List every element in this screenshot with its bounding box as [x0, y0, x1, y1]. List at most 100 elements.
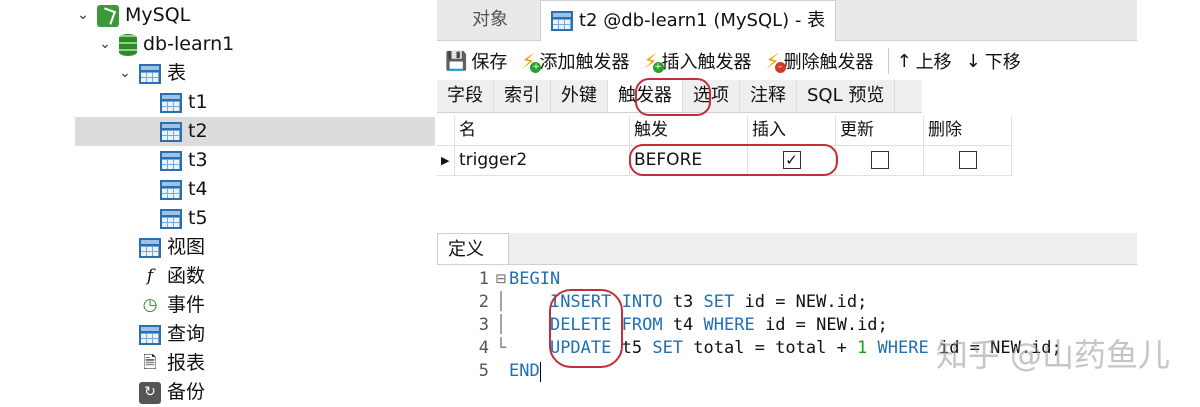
- column-header[interactable]: 触发: [630, 116, 748, 145]
- tab-sql-preview[interactable]: SQL 预览: [797, 80, 896, 112]
- tree-item-label: 函数: [167, 265, 206, 287]
- line-number: 5: [478, 361, 489, 381]
- tab-objects[interactable]: 对象: [462, 0, 518, 40]
- add-trigger-button[interactable]: ⚡ + 添加触发器: [521, 48, 629, 74]
- update-cell: [836, 146, 924, 175]
- database-icon: [119, 33, 137, 56]
- tree-item-label: 查询: [167, 323, 206, 345]
- save-button[interactable]: 💾 保存: [445, 48, 507, 74]
- code-text: t3: [662, 292, 704, 312]
- tree-item-queries[interactable]: 查询: [139, 320, 205, 349]
- move-up-label: 上移: [915, 52, 952, 73]
- table-icon: [160, 92, 182, 113]
- line-number: 1: [478, 269, 489, 289]
- column-header[interactable]: 更新: [836, 116, 924, 145]
- editor-tabs: 对象 t2 @db-learn1 (MySQL) - 表: [437, 0, 1137, 41]
- tree-item-database[interactable]: ⌄ db-learn1: [97, 30, 234, 59]
- move-down-button[interactable]: ↓ 下移: [966, 48, 1021, 74]
- chevron-down-icon[interactable]: ⌄: [97, 30, 113, 59]
- code-keyword: FROM: [621, 315, 663, 335]
- move-up-button[interactable]: ↑ 上移: [897, 48, 952, 74]
- table-icon: [160, 150, 182, 171]
- delete-trigger-icon: ⚡ –: [766, 49, 786, 73]
- tree-item-views[interactable]: 视图: [139, 233, 205, 262]
- code-text: id = NEW.id;: [734, 292, 868, 312]
- tab-foreign-keys[interactable]: 外键: [551, 80, 608, 112]
- trigger-name-cell[interactable]: trigger2: [455, 146, 630, 175]
- tree-item-reports[interactable]: 🗎 报表: [139, 349, 205, 378]
- grid-header: 名 触发 插入 更新 删除: [437, 116, 1013, 145]
- line-number: 4: [478, 338, 489, 358]
- table-icon: [139, 63, 161, 84]
- tab-indexes[interactable]: 索引: [494, 80, 551, 112]
- tree-item-table-selected[interactable]: t2: [75, 117, 435, 146]
- function-icon: f: [146, 266, 154, 286]
- code-number: 1: [857, 338, 868, 358]
- watermark: 知乎 @山药鱼儿: [935, 336, 1170, 374]
- save-icon: 💾: [445, 50, 468, 72]
- tree-item-table[interactable]: t1: [160, 88, 208, 117]
- fold-toggle-icon[interactable]: ⊟: [493, 268, 509, 291]
- tree-item-table[interactable]: t3: [160, 146, 208, 175]
- row-pointer-icon: ▶: [437, 146, 455, 175]
- clock-icon: ◷: [142, 295, 158, 315]
- update-checkbox[interactable]: [870, 151, 889, 169]
- code-keyword: WHERE: [703, 315, 755, 335]
- highlight-circle: [549, 289, 623, 368]
- line-number: 2: [478, 292, 489, 312]
- tab-comment[interactable]: 注释: [740, 80, 797, 112]
- tree-item-backups[interactable]: ↻ 备份: [139, 378, 205, 407]
- delete-trigger-button[interactable]: ⚡ – 删除触发器: [766, 48, 874, 74]
- code-keyword: WHERE: [867, 338, 929, 358]
- tab-fields[interactable]: 字段: [437, 80, 494, 112]
- fold-guide: │: [495, 315, 507, 335]
- chevron-down-icon[interactable]: ⌄: [117, 59, 133, 88]
- tree-item-label: t1: [188, 91, 208, 113]
- mysql-connection-icon: [97, 4, 119, 27]
- highlight-circle: [629, 144, 838, 176]
- definition-tab-bar: [437, 233, 1137, 265]
- tree-item-table[interactable]: t5: [160, 204, 208, 233]
- column-header[interactable]: 插入: [748, 116, 836, 145]
- column-header[interactable]: 名: [455, 116, 630, 145]
- code-text: t4: [662, 315, 704, 335]
- tab-definition[interactable]: 定义: [437, 233, 509, 264]
- tree-item-label: t4: [188, 178, 208, 200]
- code-keyword: INTO: [621, 292, 663, 312]
- code-keyword: END: [509, 361, 540, 381]
- table-icon: [160, 121, 182, 142]
- fold-guide: └: [495, 338, 507, 358]
- insert-trigger-icon: ⚡ +: [643, 49, 664, 73]
- tree-item-label: t2: [188, 120, 208, 142]
- delete-checkbox[interactable]: [958, 151, 977, 169]
- add-trigger-icon: ⚡ +: [521, 49, 542, 73]
- tree-item-tables[interactable]: ⌄ 表: [117, 59, 186, 88]
- toolbar-divider: [887, 48, 889, 74]
- tab-table-design[interactable]: t2 @db-learn1 (MySQL) - 表: [540, 0, 837, 41]
- arrow-up-icon: ↑: [896, 50, 912, 72]
- insert-trigger-button[interactable]: ⚡ + 插入触发器: [643, 48, 752, 74]
- toolbar: 💾 保存 ⚡ + 添加触发器 ⚡ + 插入触发器 ⚡ – 删除触发器 ↑ 上移 ↓ 下…: [437, 42, 1137, 80]
- tree-item-label: t5: [188, 207, 208, 229]
- tree-item-mysql[interactable]: ⌄ MySQL: [75, 1, 190, 30]
- backup-icon: ↻: [139, 381, 161, 404]
- line-number: 3: [478, 315, 489, 335]
- code-text: total = total +: [683, 338, 858, 358]
- navigation-tree: ⌄ MySQL ⌄ db-learn1 ⌄ 表 t1 t2 t3 t4 t5 视…: [75, 0, 435, 406]
- insert-trigger-label: 插入触发器: [661, 52, 752, 73]
- chevron-down-icon[interactable]: ⌄: [75, 1, 91, 30]
- tree-item-label: db-learn1: [143, 33, 235, 55]
- fold-guide: │: [495, 292, 507, 312]
- tree-item-label: t3: [188, 149, 208, 171]
- tree-item-functions[interactable]: f 函数: [139, 262, 205, 291]
- tree-item-label: 事件: [167, 294, 206, 316]
- row-marker-header: [437, 116, 455, 145]
- column-header[interactable]: 删除: [924, 116, 1012, 145]
- code-keyword: SET: [703, 292, 735, 312]
- code-line: 2 │ INSERT INTO t3 SET id = NEW.id;: [437, 291, 868, 314]
- tree-item-table[interactable]: t4: [160, 175, 208, 204]
- tree-item-label: 表: [167, 62, 187, 84]
- tab-label: t2 @db-learn1 (MySQL) - 表: [579, 10, 826, 31]
- tree-item-events[interactable]: ◷ 事件: [139, 291, 205, 320]
- query-icon: [139, 324, 161, 345]
